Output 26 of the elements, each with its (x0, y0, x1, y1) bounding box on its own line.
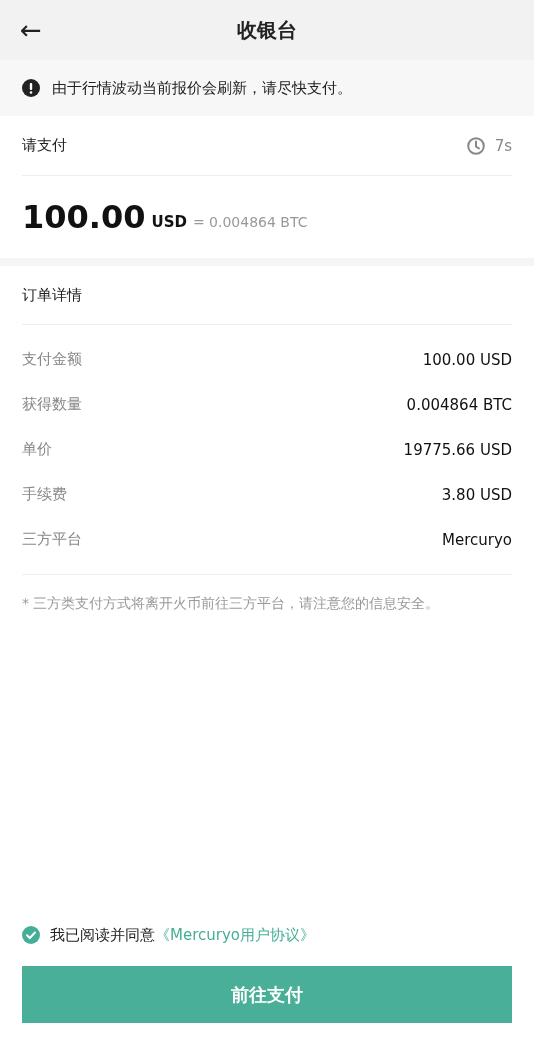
note-text: * 三方类支付方式将离开火币前往三方平台，请注意您的信息安全。 (22, 594, 441, 613)
pay-button[interactable]: 前往支付 (22, 966, 512, 1023)
warning-icon (22, 79, 40, 97)
detail-label: 手续费 (22, 485, 67, 504)
clock-icon (466, 136, 485, 155)
pay-label: 请支付 (22, 136, 67, 155)
detail-label: 支付金额 (22, 350, 82, 369)
currency: USD (151, 213, 187, 231)
countdown: 7s (494, 136, 512, 155)
notice-text: 由于行情波动当前报价会刷新，请尽快支付。 (52, 78, 352, 98)
checkbox[interactable] (22, 926, 40, 944)
agreement-text: 我已阅读并同意 (50, 925, 155, 945)
detail-label: 单价 (22, 440, 52, 459)
conversion: = 0.004864 BTC (192, 214, 308, 230)
back-button[interactable]: ← (20, 14, 42, 46)
section-title: 订单详情 (22, 285, 82, 305)
detail-value: 0.004864 BTC (406, 395, 512, 414)
detail-label: 获得数量 (22, 395, 82, 414)
detail-value: Mercuryo (442, 530, 512, 549)
amount: 100.00 (22, 198, 146, 236)
page-title: 收银台 (237, 16, 297, 44)
detail-value: 19775.66 USD (403, 440, 512, 459)
detail-value: 3.80 USD (441, 485, 512, 504)
detail-label: 三方平台 (22, 530, 82, 549)
detail-value: 100.00 USD (422, 350, 512, 369)
agreement-link[interactable]: 《Mercuryo用户协议》 (155, 925, 315, 945)
